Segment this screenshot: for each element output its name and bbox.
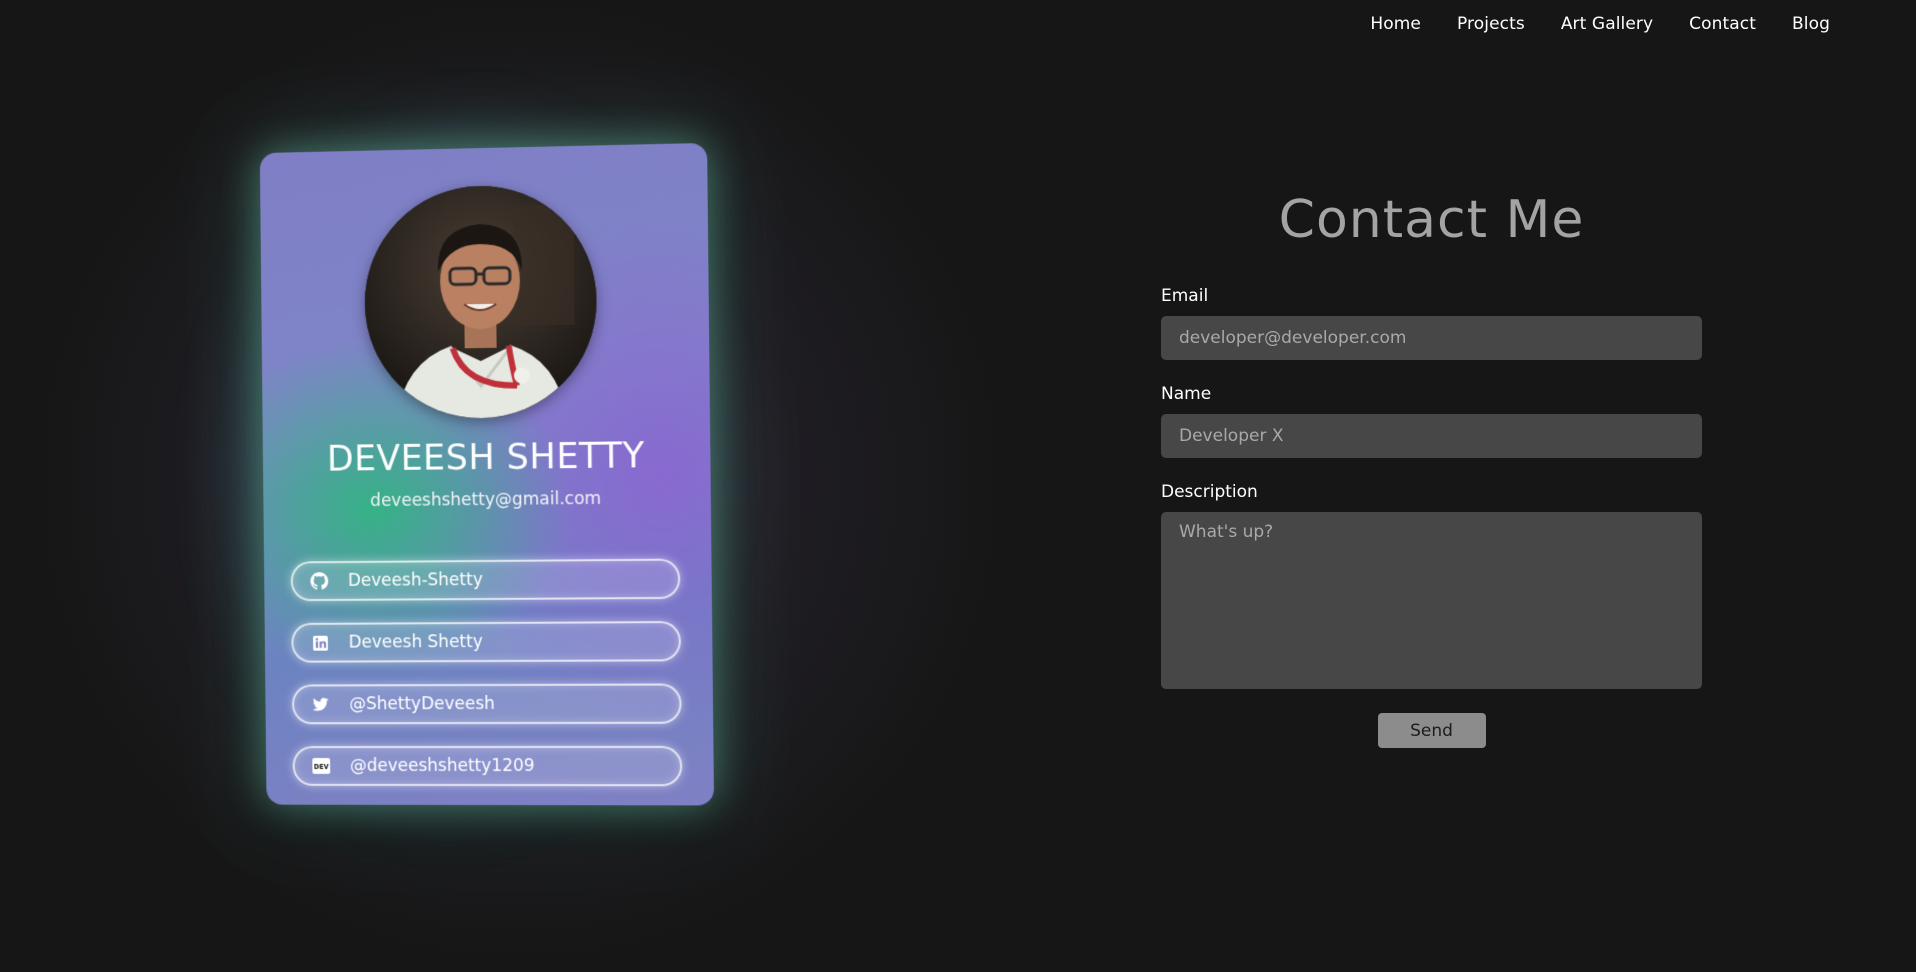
profile-card: DEVEESH SHETTY deveeshshetty@gmail.com D… [259, 142, 715, 806]
social-link-twitter[interactable]: @ShettyDeveesh [291, 683, 682, 725]
email-field[interactable] [1161, 316, 1702, 360]
social-link-dev[interactable]: DEV @deveeshshetty1209 [292, 745, 683, 787]
avatar [363, 183, 598, 420]
name-field[interactable] [1161, 414, 1702, 458]
profile-name: DEVEESH SHETTY [326, 436, 645, 480]
profile-email: deveeshshetty@gmail.com [370, 488, 602, 512]
description-label: Description [1161, 482, 1258, 502]
nav-blog-link[interactable]: Blog [1792, 14, 1830, 34]
page-title: Contact Me [1278, 190, 1585, 250]
svg-text:DEV: DEV [314, 763, 329, 771]
social-link-label: @ShettyDeveesh [349, 693, 496, 715]
nav-home-link[interactable]: Home [1370, 14, 1421, 34]
linkedin-icon [311, 634, 329, 652]
email-label: Email [1161, 286, 1209, 306]
contact-page: Home Projects Art Gallery Contact Blog D… [0, 0, 1916, 972]
nav-contact-link[interactable]: Contact [1689, 14, 1756, 34]
dev-icon: DEV [312, 757, 331, 775]
twitter-icon [312, 695, 330, 713]
social-link-linkedin[interactable]: Deveesh Shetty [291, 621, 682, 663]
nav-projects-link[interactable]: Projects [1457, 14, 1525, 34]
social-link-github[interactable]: Deveesh-Shetty [290, 558, 681, 602]
github-icon [310, 572, 329, 590]
social-link-label: @deveeshshetty1209 [349, 756, 535, 777]
name-label: Name [1161, 384, 1212, 404]
avatar-photo [363, 183, 598, 420]
social-link-label: Deveesh-Shetty [347, 570, 483, 591]
contact-form: Contact Me Email Name Description Send [1161, 190, 1702, 748]
description-field[interactable] [1161, 512, 1702, 689]
social-link-label: Deveesh Shetty [348, 632, 483, 653]
send-button[interactable]: Send [1377, 713, 1486, 748]
top-nav: Home Projects Art Gallery Contact Blog [1370, 14, 1830, 34]
nav-art-gallery-link[interactable]: Art Gallery [1561, 14, 1653, 34]
